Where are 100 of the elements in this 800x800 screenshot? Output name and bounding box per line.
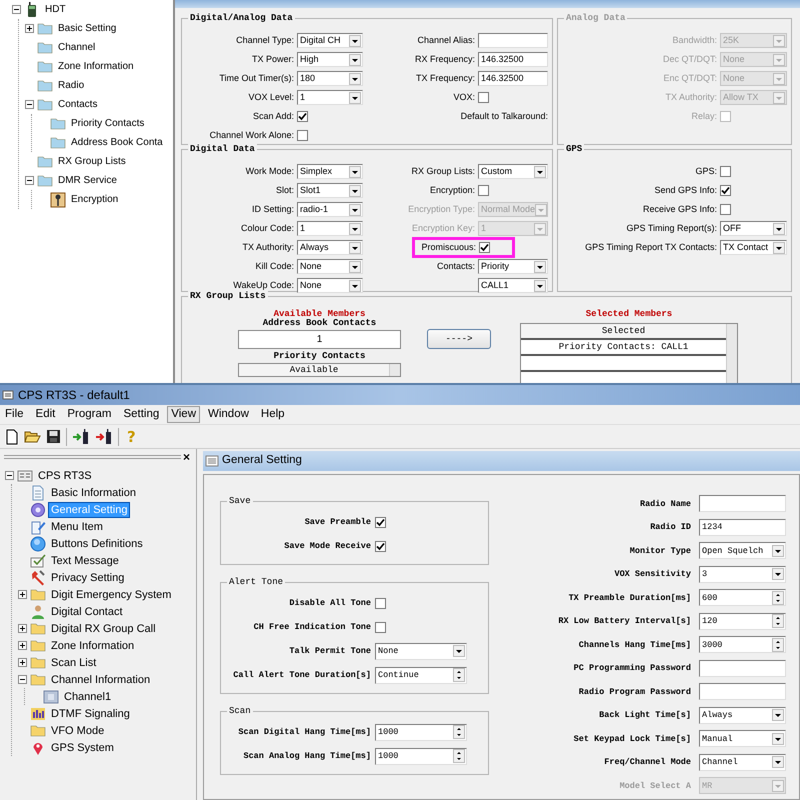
dropdown[interactable]: 1 [297, 90, 363, 105]
tree-item[interactable]: Privacy Setting [49, 570, 126, 584]
tree-item[interactable]: Digital Contact [49, 604, 125, 618]
dropdown[interactable]: 3 [699, 566, 786, 583]
tree-item[interactable]: Digital RX Group Call [49, 622, 158, 636]
dropdown[interactable]: OFF [720, 221, 787, 236]
tree-item[interactable]: DMR Service [56, 174, 119, 188]
minus-icon[interactable] [25, 176, 34, 185]
tree-item[interactable]: Scan List [49, 656, 98, 670]
dropdown[interactable]: High [297, 52, 363, 67]
tree-item[interactable]: GPS System [49, 740, 116, 754]
dropdown[interactable]: 1 [297, 221, 363, 236]
dropdown[interactable]: Simplex [297, 164, 363, 179]
save-icon[interactable] [46, 429, 61, 444]
tree-item[interactable]: Menu Item [49, 520, 105, 534]
text-field[interactable] [699, 495, 786, 512]
tree-item[interactable]: Channel [56, 40, 98, 54]
tree-item[interactable]: RX Group Lists [56, 154, 128, 168]
minus-icon[interactable] [18, 675, 27, 684]
plus-icon[interactable] [18, 658, 27, 667]
checkbox[interactable] [375, 622, 386, 632]
spin-arrows-icon[interactable] [453, 668, 465, 682]
dropdown[interactable]: None [297, 278, 363, 293]
spin-arrows-icon[interactable] [453, 749, 465, 763]
spin-field[interactable]: 3000 [699, 636, 786, 654]
tree-item[interactable]: Channel Information [49, 672, 152, 686]
tree-item[interactable]: Zone Information [49, 638, 136, 652]
checkbox[interactable] [297, 111, 308, 122]
menu-item[interactable]: Setting [119, 406, 164, 423]
tree-item[interactable]: Radio [56, 78, 86, 92]
tree-item[interactable]: Contacts [56, 98, 100, 112]
list-row[interactable]: Priority Contacts: CALL1 [521, 340, 726, 356]
spin-field[interactable]: 120 [699, 612, 786, 630]
text-field[interactable]: 1 [238, 330, 401, 349]
text-field[interactable] [699, 683, 786, 700]
open-folder-icon[interactable] [24, 429, 41, 444]
tree-item[interactable]: Basic Information [49, 486, 138, 500]
tree-item[interactable]: Buttons Definitions [49, 536, 145, 550]
text-field[interactable]: 1234 [699, 518, 786, 536]
checkbox[interactable] [720, 166, 731, 177]
menu-item[interactable]: Edit [32, 406, 60, 423]
plus-icon[interactable] [18, 590, 27, 599]
plus-icon[interactable] [18, 624, 27, 633]
spin-field[interactable]: 600 [699, 589, 786, 606]
dropdown[interactable]: 180 [297, 71, 363, 86]
dropdown[interactable]: CALL1 [478, 278, 548, 293]
dropdown[interactable]: Custom [478, 164, 548, 179]
dropdown[interactable]: Digital CH [297, 33, 363, 48]
dropdown[interactable]: TX Contact [720, 240, 787, 255]
checkbox[interactable] [478, 92, 489, 103]
menu-item[interactable]: File [1, 406, 28, 423]
dropdown[interactable]: Open Squelch [699, 542, 786, 560]
tree-item[interactable]: Address Book Conta [69, 136, 165, 150]
scrollbar[interactable] [726, 324, 737, 383]
spin-arrows-icon[interactable] [772, 638, 784, 652]
tree-item[interactable]: Priority Contacts [69, 116, 146, 130]
text-field[interactable] [478, 33, 548, 48]
spin-arrows-icon[interactable] [453, 725, 465, 739]
new-file-icon[interactable] [5, 428, 19, 444]
plus-icon[interactable] [25, 24, 34, 33]
checkbox[interactable] [720, 204, 731, 215]
checkbox[interactable] [478, 185, 489, 196]
dropdown[interactable]: radio-1 [297, 202, 363, 217]
checkbox[interactable] [375, 516, 386, 528]
minus-icon[interactable] [12, 5, 21, 14]
scrollbar[interactable] [389, 364, 400, 376]
dropdown[interactable]: Manual [699, 730, 786, 748]
text-field[interactable] [699, 660, 786, 677]
tree-item[interactable]: VFO Mode [49, 724, 106, 738]
add-button[interactable]: ----> [427, 329, 491, 349]
tree-item[interactable]: Text Message [49, 554, 121, 568]
tree-item[interactable]: Digit Emergency System [49, 588, 174, 602]
spin-arrows-icon[interactable] [772, 614, 784, 628]
spin-field[interactable]: Continue [375, 666, 467, 684]
minus-icon[interactable] [25, 100, 34, 109]
checkbox[interactable] [375, 598, 386, 608]
minus-icon[interactable] [5, 471, 14, 480]
menu-item[interactable]: View [167, 406, 200, 423]
spin-field[interactable]: 1000 [375, 724, 467, 740]
menu-item[interactable]: Program [63, 406, 116, 423]
close-button[interactable]: × [180, 451, 192, 463]
dropdown[interactable]: Channel [699, 754, 786, 771]
dropdown[interactable]: Always [297, 240, 363, 255]
checkbox[interactable] [297, 130, 308, 141]
plus-icon[interactable] [18, 641, 27, 650]
tree-item[interactable]: Basic Setting [56, 22, 118, 36]
dropdown[interactable]: None [375, 642, 467, 660]
tree-item[interactable]: Channel1 [62, 690, 114, 704]
radio-arrow-icon[interactable] [72, 428, 90, 444]
dropdown[interactable]: None [297, 259, 363, 274]
tree-item[interactable]: Zone Information [56, 60, 136, 74]
checkbox[interactable] [375, 540, 386, 552]
menu-item[interactable]: Window [204, 406, 253, 423]
tree-item[interactable]: HDT [43, 2, 68, 16]
checkbox[interactable] [720, 185, 731, 196]
dropdown[interactable]: Slot1 [297, 183, 363, 198]
spin-arrows-icon[interactable] [772, 590, 784, 605]
text-field[interactable]: 146.32500 [478, 71, 548, 86]
radio-arrow-icon[interactable] [95, 428, 113, 444]
tree-item[interactable]: DTMF Signaling [49, 706, 132, 720]
